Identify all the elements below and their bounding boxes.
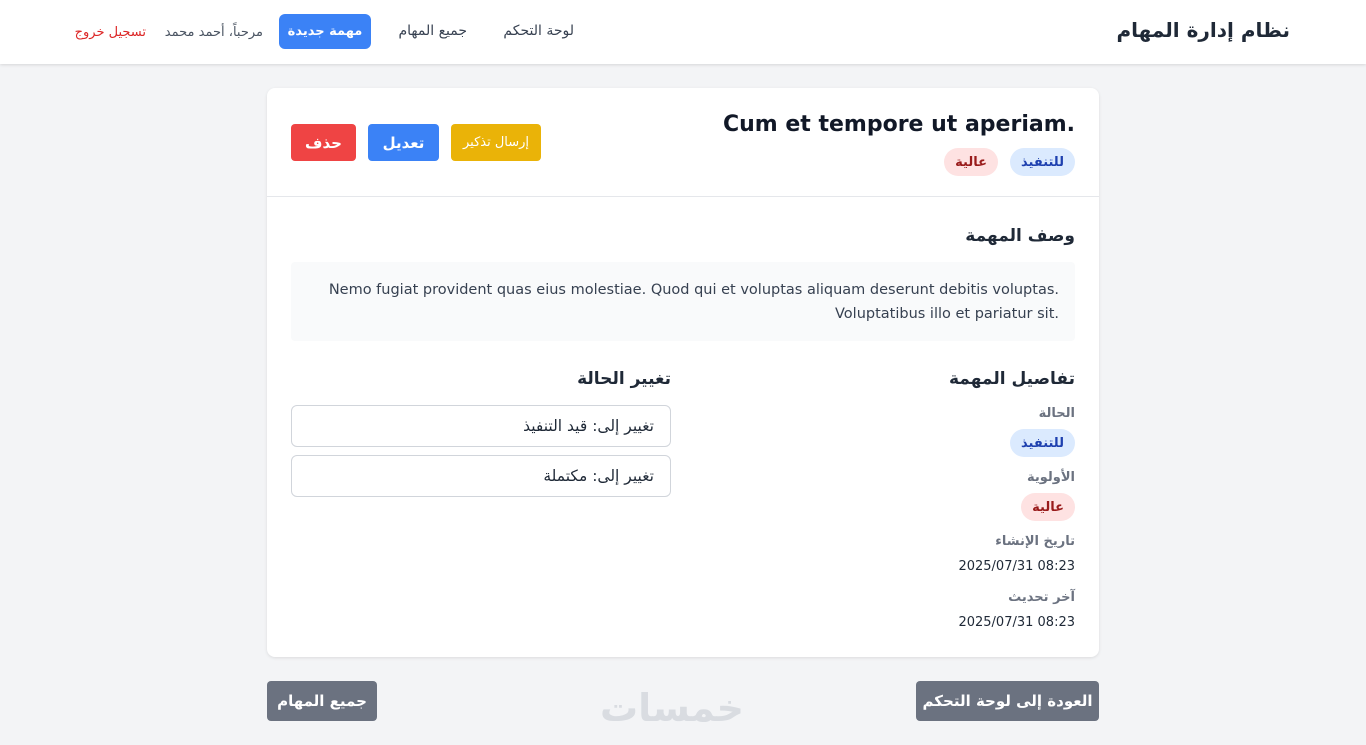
status-badge: للتنفيذ [1010, 148, 1075, 176]
task-header: Cum et tempore ut aperiam. للتنفيذ عالية… [267, 88, 1099, 197]
created-date-label: تاريخ الإنشاء [995, 534, 1075, 549]
nav-link-dashboard[interactable]: لوحة التحكم [503, 23, 574, 39]
all-tasks-button[interactable]: جميع المهام [267, 681, 377, 721]
created-date-value: 2025/07/31 08:23 [958, 559, 1075, 574]
details-priority-badge: عالية [1021, 493, 1075, 521]
new-task-button[interactable]: مهمة جديدة [279, 14, 371, 49]
welcome-text: مرحباً، أحمد محمد [164, 25, 263, 40]
priority-badge: عالية [944, 148, 998, 176]
updated-date-label: آخر تحديث [1008, 590, 1075, 605]
delete-button[interactable]: حذف [291, 124, 356, 161]
change-status-heading: تغيير الحالة [577, 369, 671, 389]
details-heading: تفاصيل المهمة [949, 369, 1075, 389]
description-line: Nemo fugiat provident quas eius molestia… [328, 282, 1059, 298]
details-status-badge: للتنفيذ [1010, 429, 1075, 457]
updated-date-value: 2025/07/31 08:23 [958, 615, 1075, 630]
top-navbar: نظام إدارة المهام لوحة التحكم جميع المها… [0, 0, 1366, 64]
app-brand[interactable]: نظام إدارة المهام [1116, 18, 1290, 42]
send-reminder-button[interactable]: إرسال تذكير [451, 124, 541, 161]
description-heading: وصف المهمة [965, 226, 1075, 246]
edit-button[interactable]: تعديل [368, 124, 439, 161]
description-box: Nemo fugiat provident quas eius molestia… [291, 262, 1075, 341]
task-title: Cum et tempore ut aperiam. [722, 112, 1075, 137]
description-line: Voluptatibus illo et pariatur sit. [835, 306, 1059, 322]
change-to-in-progress-button[interactable]: تغيير إلى: قيد التنفيذ [291, 405, 671, 447]
back-to-dashboard-button[interactable]: العودة إلى لوحة التحكم [916, 681, 1099, 721]
task-card: Cum et tempore ut aperiam. للتنفيذ عالية… [267, 88, 1099, 657]
status-label: الحالة [1038, 406, 1075, 421]
change-to-completed-button[interactable]: تغيير إلى: مكتملة [291, 455, 671, 497]
nav-link-all-tasks[interactable]: جميع المهام [398, 23, 467, 39]
khamsat-watermark: خمسات [600, 686, 744, 730]
priority-label: الأولوية [1026, 470, 1075, 485]
logout-link[interactable]: تسجيل خروج [75, 25, 146, 40]
